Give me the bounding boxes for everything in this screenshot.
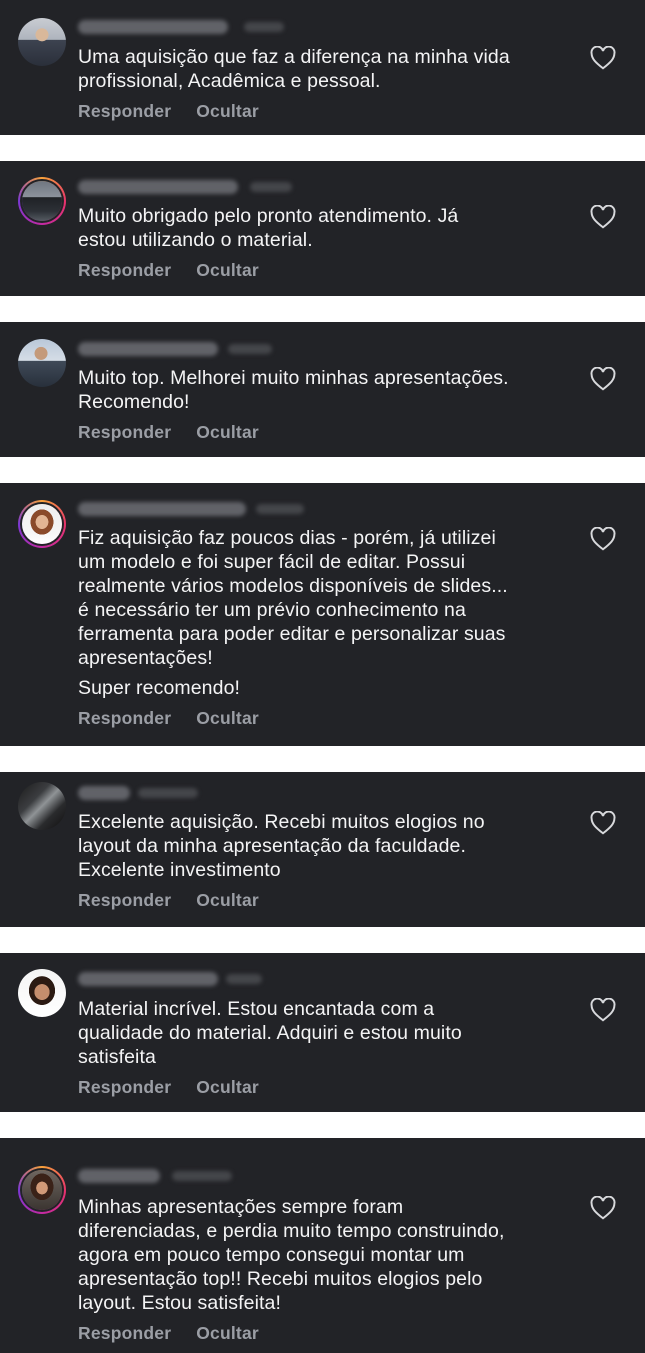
reply-button[interactable]: Responder bbox=[78, 422, 171, 443]
comment-text: Muito top. Melhorei muito minhas apresen… bbox=[78, 367, 509, 413]
username-blurred[interactable] bbox=[78, 786, 130, 800]
avatar[interactable] bbox=[18, 1166, 66, 1214]
reply-button[interactable]: Responder bbox=[78, 1323, 171, 1344]
hide-button[interactable]: Ocultar bbox=[196, 422, 259, 443]
heart-icon[interactable] bbox=[590, 205, 616, 229]
comment-card: Material incrível. Estou encantada com a… bbox=[0, 953, 645, 1112]
timestamp-blurred bbox=[256, 504, 304, 514]
comment-text: Muito obrigado pelo pronto atendimento. … bbox=[78, 205, 459, 251]
comment-text: Uma aquisição que faz a diferença na min… bbox=[78, 46, 510, 92]
avatar[interactable] bbox=[18, 177, 66, 225]
comment-actions: Responder Ocultar bbox=[78, 1077, 259, 1098]
comment-text: Fiz aquisição faz poucos dias - porém, j… bbox=[78, 527, 508, 669]
username-blurred[interactable] bbox=[78, 180, 238, 194]
username-blurred[interactable] bbox=[78, 502, 246, 516]
hide-button[interactable]: Ocultar bbox=[196, 890, 259, 911]
comment-text: Material incrível. Estou encantada com a… bbox=[78, 998, 462, 1068]
reply-button[interactable]: Responder bbox=[78, 101, 171, 122]
username-blurred[interactable] bbox=[78, 342, 218, 356]
hide-button[interactable]: Ocultar bbox=[196, 260, 259, 281]
comment-card: Uma aquisição que faz a diferença na min… bbox=[0, 0, 645, 135]
username-blurred[interactable] bbox=[78, 20, 228, 34]
hide-button[interactable]: Ocultar bbox=[196, 708, 259, 729]
comment-card: Muito obrigado pelo pronto atendimento. … bbox=[0, 161, 645, 296]
heart-icon[interactable] bbox=[590, 527, 616, 551]
reply-button[interactable]: Responder bbox=[78, 890, 171, 911]
heart-icon[interactable] bbox=[590, 367, 616, 391]
timestamp-blurred bbox=[172, 1171, 232, 1181]
heart-icon[interactable] bbox=[590, 46, 616, 70]
hide-button[interactable]: Ocultar bbox=[196, 1077, 259, 1098]
comment-text-continued: Super recomendo! bbox=[78, 677, 241, 699]
avatar[interactable] bbox=[18, 500, 66, 548]
reply-button[interactable]: Responder bbox=[78, 708, 171, 729]
comment-text: Excelente aquisição. Recebi muitos elogi… bbox=[78, 811, 485, 881]
timestamp-blurred bbox=[228, 344, 272, 354]
avatar[interactable] bbox=[18, 969, 66, 1017]
comment-card: Muito top. Melhorei muito minhas apresen… bbox=[0, 322, 645, 457]
comment-actions: Responder Ocultar bbox=[78, 422, 259, 443]
comment-actions: Responder Ocultar bbox=[78, 708, 259, 729]
comment-card: Fiz aquisição faz poucos dias - porém, j… bbox=[0, 483, 645, 746]
comment-actions: Responder Ocultar bbox=[78, 1323, 259, 1344]
avatar[interactable] bbox=[18, 339, 66, 387]
timestamp-blurred bbox=[226, 974, 262, 984]
reply-button[interactable]: Responder bbox=[78, 1077, 171, 1098]
hide-button[interactable]: Ocultar bbox=[196, 1323, 259, 1344]
timestamp-blurred bbox=[244, 22, 284, 32]
comment-actions: Responder Ocultar bbox=[78, 890, 259, 911]
avatar[interactable] bbox=[18, 18, 66, 66]
heart-icon[interactable] bbox=[590, 811, 616, 835]
heart-icon[interactable] bbox=[590, 998, 616, 1022]
avatar[interactable] bbox=[18, 782, 66, 830]
timestamp-blurred bbox=[250, 182, 292, 192]
comment-actions: Responder Ocultar bbox=[78, 260, 259, 281]
username-blurred[interactable] bbox=[78, 972, 218, 986]
reply-button[interactable]: Responder bbox=[78, 260, 171, 281]
heart-icon[interactable] bbox=[590, 1196, 616, 1220]
comment-text: Minhas apresentações sempre foram difere… bbox=[78, 1196, 505, 1314]
comment-card: Minhas apresentações sempre foram difere… bbox=[0, 1138, 645, 1353]
comment-actions: Responder Ocultar bbox=[78, 101, 259, 122]
hide-button[interactable]: Ocultar bbox=[196, 101, 259, 122]
username-blurred[interactable] bbox=[78, 1169, 160, 1183]
comment-card: Excelente aquisição. Recebi muitos elogi… bbox=[0, 772, 645, 927]
timestamp-blurred bbox=[138, 788, 198, 798]
